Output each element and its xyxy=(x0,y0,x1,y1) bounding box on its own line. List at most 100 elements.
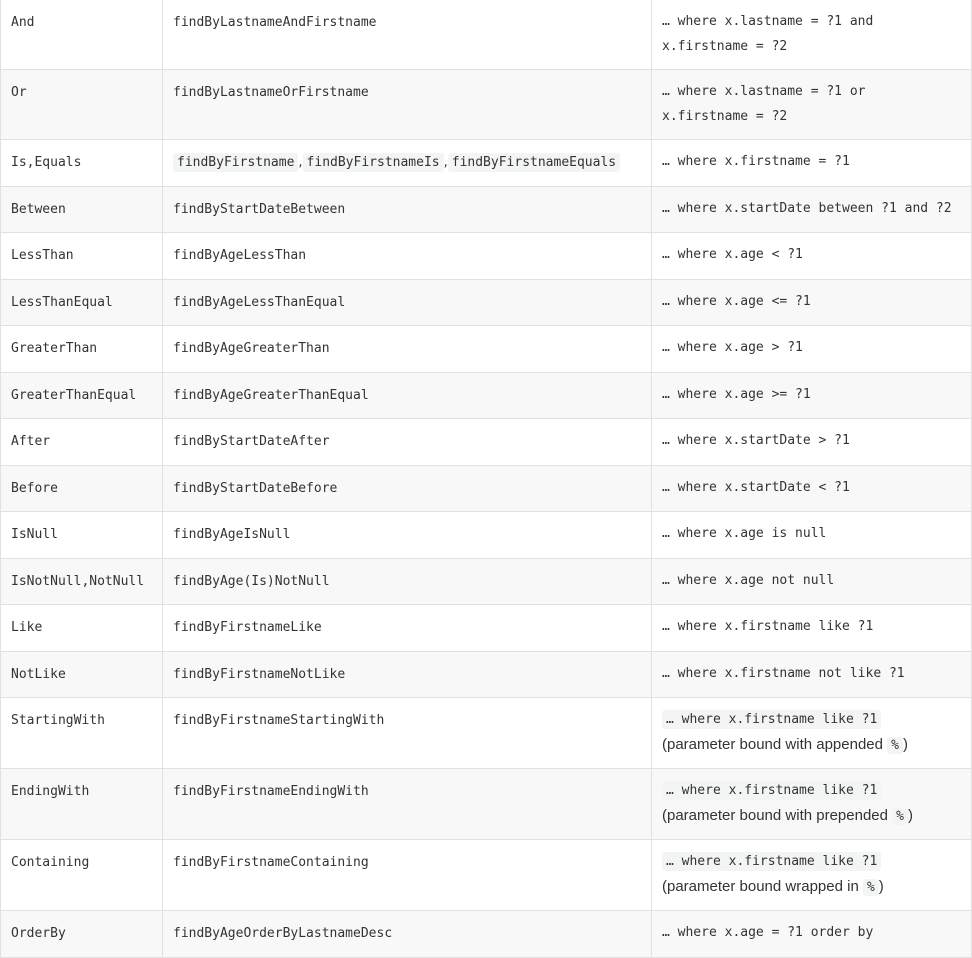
method-separator: , xyxy=(298,155,303,170)
method-cell: findByLastnameAndFirstname xyxy=(162,0,652,70)
table-row: Containing findByFirstnameContaining … whe… xyxy=(0,839,972,911)
parameter-note: (parameter bound with prepended %) xyxy=(662,804,961,830)
jpql-cell: … where x.age = ?1 order by xyxy=(651,910,972,958)
jpql-line: … where x.age < ?1 xyxy=(662,247,803,262)
parameter-note: (parameter bound with appended %) xyxy=(662,733,961,759)
jpql-line: … where x.age is null xyxy=(662,526,827,541)
jpql-line: … where x.firstname = ?1 xyxy=(662,154,850,169)
percent-symbol: % xyxy=(862,878,879,896)
method-cell: findByAgeIsNull xyxy=(162,511,652,559)
jpql-line: … where x.age <= ?1 xyxy=(662,293,811,309)
method-cell: findByStartDateBetween xyxy=(162,185,652,233)
jpql-line: … where x.age = ?1 order by xyxy=(662,925,874,940)
method-cell: findByAge(Is)NotNull xyxy=(162,557,652,605)
keyword-cell: Like xyxy=(0,604,163,652)
jpql-cell: … where x.firstname like ?1 (parameter bo… xyxy=(651,697,972,769)
table-body: And findByLastnameAndFirstname… where x.l… xyxy=(0,0,972,958)
method-cell: findByFirstnameNotLike xyxy=(162,650,652,698)
jpql-cell: … where x.lastname = ?1 and x.firstname =… xyxy=(651,0,972,70)
table-row: IsNotNull,NotNull findByAge(Is)NotNull … w… xyxy=(0,557,972,605)
keyword-cell: GreaterThanEqual xyxy=(0,371,163,419)
table-row: EndingWith findByFirstnameEndingWith… whe… xyxy=(0,768,972,840)
jpql-line: … where x.age >= ?1 xyxy=(662,386,811,402)
keyword-cell: Between xyxy=(0,185,163,233)
jpql-cell: … where x.age > ?1 xyxy=(651,325,972,373)
keyword-cell: IsNotNull,NotNull xyxy=(0,557,163,605)
keyword-cell: OrderBy xyxy=(0,910,163,958)
table-row: NotLike findByFirstnameNotLike … where x.f… xyxy=(0,650,972,698)
percent-symbol: % xyxy=(892,807,908,825)
method-cell: findByLastnameOrFirstname xyxy=(162,69,652,140)
table-row: And findByLastnameAndFirstname… where x.l… xyxy=(0,0,972,70)
method-cell: findByFirstnameStartingWith xyxy=(162,697,652,769)
table-row: OrderBy findByAgeOrderByLastnameDesc … whe… xyxy=(0,910,972,958)
note-text: (parameter bound with appended xyxy=(662,735,888,753)
note-suffix: ) xyxy=(907,806,913,824)
percent-symbol: % xyxy=(887,736,903,754)
table-row: After findByStartDateAfter … where x.start… xyxy=(0,418,972,466)
table-row: Between findByStartDateBetween … where x.s… xyxy=(0,185,972,233)
method-cell: findByAgeGreaterThanEqual xyxy=(162,371,652,419)
method-name: findByFirstnameIs xyxy=(302,153,444,172)
parameter-note: (parameter bound wrapped in %) xyxy=(662,875,961,901)
table-row: Before findByStartDateBefore … where x.sta… xyxy=(0,464,972,512)
jpql-cell: … where x.age is null xyxy=(651,511,972,559)
table-row: Is,Equals findByFirstname, findByFirstname… xyxy=(0,139,972,187)
method-cell: findByAgeLessThan xyxy=(162,232,652,280)
jpql-line: … where x.startDate > ?1 xyxy=(662,433,850,448)
table-row: IsNull findByAgeIsNull … where x.age is nu… xyxy=(0,511,972,559)
note-text: (parameter bound wrapped in xyxy=(662,877,863,895)
method-cell: findByFirstnameLike xyxy=(162,604,652,652)
keyword-cell: IsNull xyxy=(0,511,163,559)
method-cell: findByStartDateAfter xyxy=(162,418,652,466)
keyword-cell: NotLike xyxy=(0,650,163,698)
query-keywords-table: And findByLastnameAndFirstname… where x.l… xyxy=(0,0,972,958)
jpql-cell: … where x.lastname = ?1 or x.firstname = … xyxy=(651,69,972,140)
keyword-cell: GreaterThan xyxy=(0,325,163,373)
method-cell: findByAgeOrderByLastnameDesc xyxy=(162,910,652,958)
keyword-cell: Containing xyxy=(0,839,163,911)
jpql-cell: … where x.firstname like ?1 xyxy=(651,604,972,652)
keyword-cell: Or xyxy=(0,69,163,140)
jpql-code: … where x.firstname like ?1 xyxy=(662,781,882,800)
keyword-cell: LessThanEqual xyxy=(0,278,163,326)
jpql-cell: … where x.age <= ?1 xyxy=(651,278,972,326)
method-name: findByFirstname xyxy=(173,153,299,172)
jpql-code: … where x.firstname like ?1 xyxy=(662,852,882,871)
jpql-line: … where x.age not null xyxy=(662,572,835,588)
method-cell: findByFirstname, findByFirstnameIs, findBy… xyxy=(162,139,652,187)
jpql-cell: … where x.firstname not like ?1 xyxy=(651,650,972,698)
jpql-line: x.firstname = ?2 xyxy=(662,38,788,54)
table-row: GreaterThanEqual findByAgeGreaterThanEqua… xyxy=(0,371,972,419)
keyword-cell: Before xyxy=(0,464,163,512)
jpql-cell: … where x.startDate < ?1 xyxy=(651,464,972,512)
jpql-line: … where x.startDate < ?1 xyxy=(662,479,850,495)
keyword-cell: StartingWith xyxy=(0,697,163,769)
jpql-cell: … where x.startDate > ?1 xyxy=(651,418,972,466)
jpql-cell: … where x.firstname = ?1 xyxy=(651,139,972,187)
method-cell: findByFirstnameContaining xyxy=(162,839,652,911)
jpql-line: … where x.lastname = ?1 or xyxy=(662,84,866,99)
jpql-line: … where x.lastname = ?1 and xyxy=(662,14,874,29)
keyword-cell: LessThan xyxy=(0,232,163,280)
jpql-line: … where x.age > ?1 xyxy=(662,340,803,355)
method-cell: findByStartDateBefore xyxy=(162,464,652,512)
note-text: (parameter bound with prepended xyxy=(662,806,893,824)
jpql-cell: … where x.age < ?1 xyxy=(651,232,972,280)
keyword-cell: After xyxy=(0,418,163,466)
note-suffix: ) xyxy=(878,877,884,895)
table-row: Or findByLastnameOrFirstname… where x.las… xyxy=(0,69,972,140)
keyword-cell: Is,Equals xyxy=(0,139,163,187)
note-suffix: ) xyxy=(902,735,908,753)
jpql-line: … where x.firstname like ?1 xyxy=(662,708,961,733)
jpql-line: … where x.firstname like ?1 xyxy=(662,850,961,875)
jpql-cell: … where x.startDate between ?1 and ?2 xyxy=(651,185,972,233)
table-row: Like findByFirstnameLike … where x.firstna… xyxy=(0,604,972,652)
method-cell: findByAgeGreaterThan xyxy=(162,325,652,373)
jpql-line: … where x.firstname like ?1 xyxy=(662,779,961,804)
jpql-cell: … where x.firstname like ?1 (parameter bo… xyxy=(651,768,972,840)
jpql-line: … where x.firstname not like ?1 xyxy=(662,665,905,681)
table-row: GreaterThan findByAgeGreaterThan … where x… xyxy=(0,325,972,373)
keyword-cell: EndingWith xyxy=(0,768,163,840)
jpql-line: … where x.startDate between ?1 and ?2 xyxy=(662,200,952,216)
